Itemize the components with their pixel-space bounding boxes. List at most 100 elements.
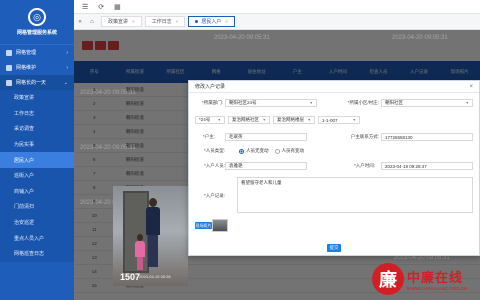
sidebar-item-public-service[interactable]: 为民实事 xyxy=(0,137,74,153)
tab-policy[interactable]: 政策宣讲 × xyxy=(101,16,142,27)
sidebar-item-shop-visit[interactable]: 商铺入户 xyxy=(0,184,74,200)
visit-time-input[interactable]: 2023-04-19 09:28:47 xyxy=(381,162,473,170)
app-logo: ◎ 网格管理服务系统 xyxy=(0,0,74,45)
home-icon[interactable]: ⌂ xyxy=(86,19,98,25)
chevron-down-icon: ▼ xyxy=(307,118,311,122)
tab-resident-visit[interactable]: 居民入户 × xyxy=(188,16,235,27)
site-photo-preview: 1507 2023-04-19 09:28 xyxy=(113,186,188,286)
owner-row: *户主: 毛翠英 xyxy=(195,133,307,141)
dept-select[interactable]: 朝阳社区24号 ▼ xyxy=(225,99,317,107)
community-select[interactable]: 朝阳社区 ▼ xyxy=(381,99,473,107)
community-label: *所属小区/村庄: xyxy=(347,100,379,105)
watermark: 2023-04-20 09:05:31 xyxy=(80,145,136,151)
brand-watermark: 廉 中廉在线 WWW.CHINALIANC.ORG.CN xyxy=(372,258,480,300)
app-title: 网格管理服务系统 xyxy=(16,30,57,36)
menu-icon[interactable]: ☰ xyxy=(82,3,88,11)
record-label: *入户记录: xyxy=(203,193,225,198)
radio-selected-icon xyxy=(239,148,244,154)
brand-text: 中廉在线 WWW.CHINALIANC.ORG.CN xyxy=(407,267,467,291)
active-dot-icon xyxy=(195,20,199,23)
community-value: 朝阳社区 xyxy=(385,100,403,105)
photo-adult xyxy=(146,198,160,268)
watermark: 2023-04-20 09:05:31 xyxy=(214,35,270,41)
chevron-down-icon: ▼ xyxy=(465,101,469,105)
sidebar-item-policy[interactable]: 政策宣讲 xyxy=(0,90,74,106)
sidebar-item-door-cleaning[interactable]: 门前清扫 xyxy=(0,199,74,215)
record-textarea[interactable]: 看望留守老人和儿童 xyxy=(237,177,473,213)
chevron-down-icon: ▼ xyxy=(309,101,313,105)
sidebar-group-grid-management[interactable]: 网格管理 › xyxy=(0,45,74,60)
chevron-right-icon: › xyxy=(66,64,68,71)
close-icon[interactable]: × xyxy=(225,19,228,24)
sidebar-sub-list: 政策宣讲 工作日志 采访调查 为民实事 居民入户 巡街入户 商铺入户 门前清扫 … xyxy=(0,90,74,262)
sidebar-group-label: 网格管理 xyxy=(16,50,37,56)
community-row: *所属小区/村庄: 朝阳社区 ▼ xyxy=(339,99,473,107)
modal-title: 修改入户记录 xyxy=(195,84,226,90)
owner-input[interactable]: 毛翠英 xyxy=(225,133,307,141)
sidebar: ◎ 网格管理服务系统 网格管理 › 网格维护 › 网格长的一天 ⌄ 政策宣讲 工… xyxy=(0,0,74,300)
sidebar-item-street-visit[interactable]: 巡街入户 xyxy=(0,168,74,184)
close-icon[interactable]: × xyxy=(176,19,179,24)
sidebar-item-key-person-visit[interactable]: 重点人员入户 xyxy=(0,230,74,246)
grid-value: *24号 xyxy=(199,117,211,122)
sidebar-group-grid-day[interactable]: 网格长的一天 ⌄ xyxy=(0,75,74,90)
edit-visit-record-modal: 修改入户记录 × *所属部门: 朝阳社区24号 ▼ *所属小区/村庄: 朝阳社区 ▼… xyxy=(188,80,480,256)
building-select[interactable]: 复治网格楼层 ▼ xyxy=(273,116,315,124)
visitor-row: *入户人员: 袁雅艳 xyxy=(195,162,307,170)
close-icon[interactable]: × xyxy=(132,19,135,24)
chevron-down-icon: ⌄ xyxy=(63,79,68,86)
street-value: 复治网格社区 xyxy=(232,117,259,122)
upload-photo-button[interactable]: 现场照片 xyxy=(195,222,212,229)
tab-back-icon[interactable]: « xyxy=(74,19,86,25)
chevron-down-icon: ▼ xyxy=(262,118,266,122)
photo-thumbnail[interactable] xyxy=(212,219,228,232)
sidebar-item-resident-visit[interactable]: 居民入户 xyxy=(0,152,74,168)
watermark: 2023-04-20 09:05:31 xyxy=(392,35,448,41)
person-type-label: *人员类型: xyxy=(203,148,225,153)
grid-select[interactable]: *24号 ▼ xyxy=(195,116,225,124)
photo-timestamp: 2023-04-19 09:28 xyxy=(139,274,171,279)
record-row: *入户记录: 看望留守老人和儿童 xyxy=(195,177,473,213)
phone-input[interactable]: 17726558130 xyxy=(381,133,473,141)
building-value: 复治网格楼层 xyxy=(277,117,304,122)
close-icon[interactable]: × xyxy=(469,84,473,90)
phone-row: 户主联系方式: 17726558130 xyxy=(339,133,473,141)
radio-label: 人员无变动 xyxy=(246,148,269,153)
grid-view-icon[interactable]: ▦ xyxy=(114,3,121,11)
dept-row: *所属部门: 朝阳社区24号 ▼ xyxy=(195,99,317,107)
tab-work-log[interactable]: 工作日志 × xyxy=(144,16,186,27)
logo-icon: ◎ xyxy=(28,8,46,26)
chevron-right-icon: › xyxy=(66,49,68,56)
sidebar-item-work-log[interactable]: 工作日志 xyxy=(0,106,74,122)
unit-select[interactable]: 1-1-007 ▼ xyxy=(318,116,360,124)
dept-value: 朝阳社区24号 xyxy=(229,100,257,105)
tab-bar: « ⌂ 政策宣讲 × 工作日志 × 居民入户 × xyxy=(74,14,480,30)
top-toolbar: ☰ ⟳ ▦ xyxy=(74,0,480,14)
location-row: *24号 ▼ 复治网格社区 ▼ 复治网格楼层 ▼ 1-1-007 ▼ xyxy=(195,116,360,124)
sidebar-group-grid-maintenance[interactable]: 网格维护 › xyxy=(0,60,74,75)
tab-label: 居民入户 xyxy=(201,19,222,25)
sidebar-item-security-patrol[interactable]: 治安巡逻 xyxy=(0,215,74,231)
radio-no-change[interactable]: 人员无变动 xyxy=(239,148,269,154)
sidebar-item-patrol-log[interactable]: 网格巡查日志 xyxy=(0,246,74,262)
wrench-icon xyxy=(6,64,12,71)
visit-time-label: *入户时间: xyxy=(353,163,375,168)
refresh-icon[interactable]: ⟳ xyxy=(98,3,104,11)
sidebar-group-label: 网格维护 xyxy=(16,65,37,71)
modal-header: 修改入户记录 × xyxy=(189,81,479,93)
visitor-label: *入户人员: xyxy=(203,163,225,168)
brand-url: WWW.CHINALIANC.ORG.CN xyxy=(407,286,468,291)
owner-label: *户主: xyxy=(202,134,215,139)
street-select[interactable]: 复治网格社区 ▼ xyxy=(228,116,270,124)
sidebar-item-interview[interactable]: 采访调查 xyxy=(0,121,74,137)
tab-label: 工作日志 xyxy=(151,19,172,25)
radio-changed[interactable]: 人员有变动 xyxy=(274,148,304,154)
visit-time-row: *入户时间: 2023-04-19 09:28:47 xyxy=(339,162,473,170)
visitor-input[interactable]: 袁雅艳 xyxy=(225,162,307,170)
unit-value: 1-1-007 xyxy=(322,117,338,123)
dept-label: *所属部门: xyxy=(201,100,223,105)
photo-door-number: 1507 xyxy=(120,272,141,282)
submit-button[interactable]: 提交 xyxy=(327,244,341,252)
chevron-down-icon: ▼ xyxy=(217,118,221,122)
calendar-icon xyxy=(6,79,12,86)
